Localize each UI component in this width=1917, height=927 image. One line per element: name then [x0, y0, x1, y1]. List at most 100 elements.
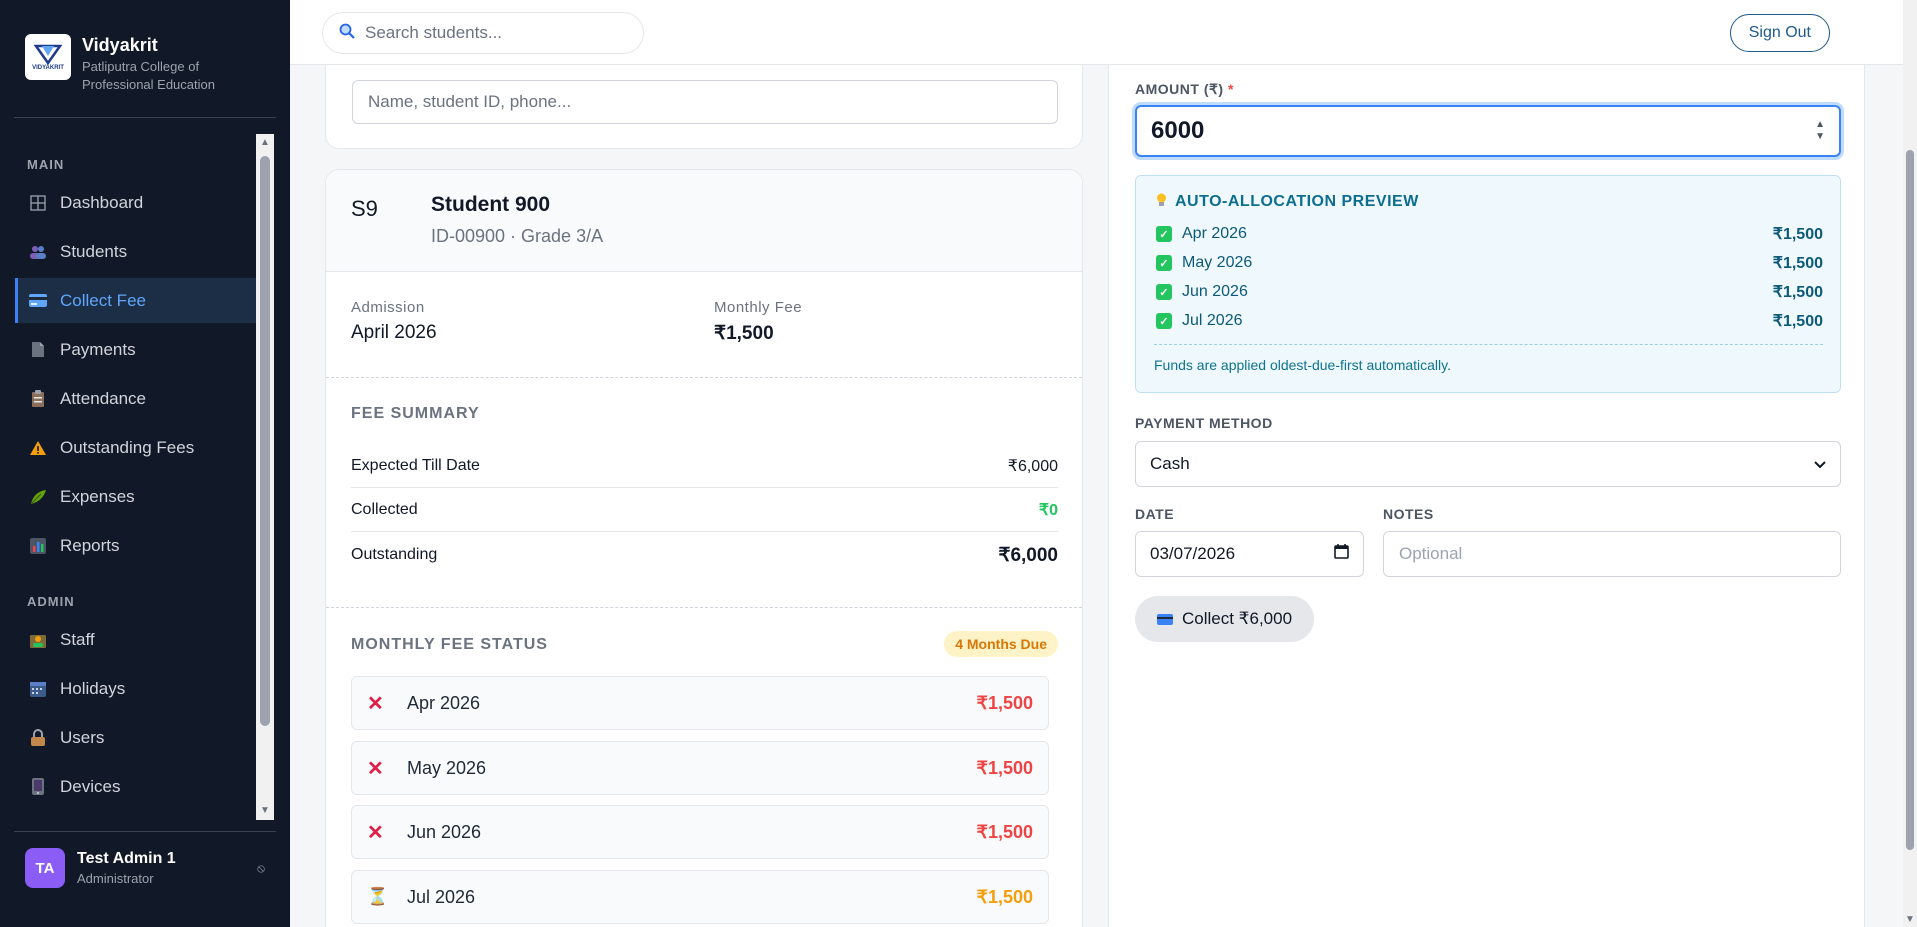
allocation-row: ✓ May 2026 ₹1,500	[1156, 251, 1823, 275]
amount-input[interactable]: 6000 ▲ ▼	[1135, 105, 1841, 157]
bar-chart-icon	[28, 536, 48, 556]
page-scrollbar[interactable]: ▼	[1903, 0, 1917, 927]
scroll-down-icon[interactable]: ▼	[1905, 914, 1915, 925]
student-search-card: Name, student ID, phone...	[325, 65, 1083, 149]
lightbulb-icon	[1156, 193, 1167, 211]
allocation-month: Jun 2026	[1182, 283, 1248, 300]
checkbox-checked-icon: ✓	[1156, 226, 1172, 242]
divider	[14, 117, 276, 118]
admission-label: Admission	[351, 299, 425, 316]
brand-subtitle: Patliputra College of Professional Educa…	[82, 59, 215, 92]
clipboard-icon	[28, 389, 48, 409]
global-search[interactable]	[322, 12, 644, 54]
scrollbar-thumb[interactable]	[260, 156, 270, 726]
sidebar-item-label: Attendance	[60, 388, 147, 408]
calendar-icon	[28, 679, 48, 699]
sidebar-item-reports[interactable]: Reports	[15, 523, 256, 568]
sidebar-item-label: Collect Fee	[60, 290, 146, 310]
auto-allocation-preview: AUTO-ALLOCATION PREVIEW ✓ Apr 2026 ₹1,50…	[1135, 175, 1841, 393]
warning-icon	[28, 438, 48, 458]
sidebar-item-payments[interactable]: Payments	[15, 327, 256, 372]
sidebar-item-expenses[interactable]: Expenses	[15, 474, 256, 519]
preview-title: AUTO-ALLOCATION PREVIEW	[1156, 193, 1419, 211]
sidebar-item-label: Payments	[60, 339, 136, 359]
user-card[interactable]: TA Test Admin 1 Administrator ⦸	[25, 848, 265, 888]
collect-fee-button[interactable]: Collect ₹6,000	[1135, 596, 1315, 642]
month-row[interactable]: ⏳ Jul 2026 ₹1,500	[351, 870, 1049, 924]
sidebar-item-label: Holidays	[60, 678, 126, 698]
month-label: May 2026	[407, 757, 487, 778]
summary-row-expected: Expected Till Date ₹6,000	[351, 444, 1058, 488]
sidebar-item-holidays[interactable]: Holidays	[15, 666, 256, 711]
scroll-down-icon[interactable]: ▼	[259, 805, 271, 817]
month-label: Apr 2026	[407, 692, 481, 713]
fee-summary-title: FEE SUMMARY	[351, 405, 480, 422]
sidebar-item-staff[interactable]: Staff	[15, 617, 256, 662]
sidebar-item-label: Users	[60, 727, 105, 747]
divider	[14, 831, 276, 832]
status-badge: 4 Months Due	[944, 631, 1058, 657]
monthly-fee-label: Monthly Fee	[714, 299, 803, 316]
scroll-up-icon[interactable]: ▲	[259, 137, 271, 149]
document-icon	[28, 340, 48, 360]
avatar: TA	[25, 848, 65, 888]
allocation-amount: ₹1,500	[1772, 313, 1823, 330]
payment-method-select[interactable]: Cash	[1135, 441, 1841, 487]
sidebar-item-collect-fee[interactable]: Collect Fee	[15, 278, 256, 323]
user-name: Test Admin 1	[77, 850, 176, 867]
scrollbar-thumb[interactable]	[1906, 150, 1914, 850]
fee-summary: FEE SUMMARY Expected Till Date ₹6,000 Co…	[326, 378, 1082, 608]
student-id-line: ID-00900 · Grade 3/A	[431, 226, 604, 246]
summary-value: ₹6,000	[998, 544, 1058, 566]
preview-title-text: AUTO-ALLOCATION PREVIEW	[1175, 193, 1419, 210]
allocation-row: ✓ Apr 2026 ₹1,500	[1156, 222, 1823, 246]
section-label-main: MAIN	[27, 157, 65, 172]
month-label: Jun 2026	[407, 821, 482, 842]
brand-name: Vidyakrit	[82, 35, 158, 55]
user-role: Administrator	[77, 871, 154, 886]
month-row[interactable]: ✕ Apr 2026 ₹1,500	[351, 676, 1049, 730]
sidebar-item-label: Dashboard	[60, 192, 144, 212]
sidebar-item-dashboard[interactable]: Dashboard	[15, 180, 256, 225]
calendar-icon[interactable]	[1334, 544, 1349, 564]
allocation-month: Apr 2026	[1182, 225, 1247, 242]
allocation-amount: ₹1,500	[1772, 226, 1823, 243]
sidebar-item-label: Students	[60, 241, 128, 261]
sidebar-item-devices[interactable]: Devices	[15, 764, 256, 809]
sidebar-item-label: Staff	[60, 629, 95, 649]
summary-value: ₹0	[1038, 501, 1058, 519]
sidebar-scrollbar[interactable]: ▲ ▼	[256, 134, 274, 820]
people-icon	[28, 242, 48, 262]
monthly-status-title: MONTHLY FEE STATUS	[351, 636, 548, 653]
notes-field[interactable]: Optional	[1383, 531, 1841, 577]
student-search-input[interactable]: Name, student ID, phone...	[352, 80, 1058, 124]
logo-text: VIDYAKRIT	[32, 64, 64, 71]
sidebar-item-students[interactable]: Students	[15, 229, 256, 274]
sidebar-item-outstanding-fees[interactable]: Outstanding Fees	[15, 425, 256, 470]
sidebar-item-attendance[interactable]: Attendance	[15, 376, 256, 421]
search-icon	[339, 23, 355, 43]
logout-icon[interactable]: ⦸	[257, 861, 265, 876]
hourglass-icon: ⏳	[367, 887, 389, 906]
month-amount: ₹1,500	[976, 821, 1034, 842]
date-field[interactable]: 03/07/2026	[1135, 531, 1364, 577]
student-name: Student 900	[431, 193, 551, 216]
month-label: Jul 2026	[407, 886, 476, 907]
month-row[interactable]: ✕ Jun 2026 ₹1,500	[351, 805, 1049, 859]
allocation-month: Jul 2026	[1182, 312, 1243, 329]
payment-method-label: PAYMENT METHOD	[1135, 415, 1273, 431]
preview-note: Funds are applied oldest-due-first autom…	[1154, 357, 1452, 373]
topbar: Sign Out	[290, 0, 1907, 65]
brand[interactable]: VIDYAKRIT Vidyakrit Patliputra College o…	[25, 34, 242, 94]
cross-icon: ✕	[367, 692, 384, 715]
search-input[interactable]	[365, 23, 615, 43]
summary-label: Collected	[351, 500, 418, 518]
allocation-month: May 2026	[1182, 254, 1253, 271]
month-row[interactable]: ✕ May 2026 ₹1,500	[351, 741, 1049, 795]
summary-value: ₹6,000	[1007, 457, 1058, 475]
allocation-row: ✓ Jul 2026 ₹1,500	[1156, 309, 1823, 333]
sidebar-item-users[interactable]: Users	[15, 715, 256, 760]
sidebar-item-label: Reports	[60, 535, 120, 555]
sign-out-button[interactable]: Sign Out	[1729, 14, 1830, 52]
number-spinner-icon[interactable]: ▲ ▼	[1815, 119, 1825, 143]
